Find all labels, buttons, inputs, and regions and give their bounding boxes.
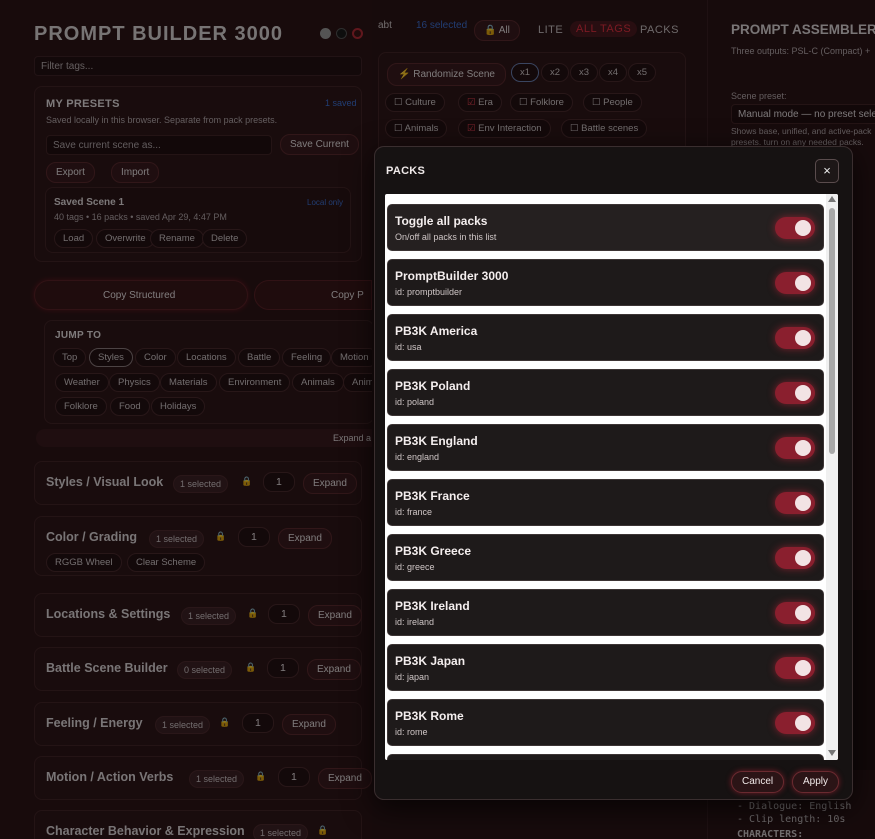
pack-row[interactable]: PB3K Poland id: poland xyxy=(387,369,824,416)
toggle-switch[interactable] xyxy=(775,712,815,734)
toggle-switch[interactable] xyxy=(775,492,815,514)
scroll-down-icon[interactable] xyxy=(828,750,836,756)
toggle-knob xyxy=(795,660,811,676)
toggle-switch[interactable] xyxy=(775,327,815,349)
toggle-switch[interactable] xyxy=(775,217,815,239)
toggle-switch[interactable] xyxy=(775,272,815,294)
toggle-knob xyxy=(795,385,811,401)
modal-title: PACKS xyxy=(386,165,426,177)
packs-modal: PACKS × Toggle all packs On/off all pack… xyxy=(374,146,853,800)
scroll-up-icon[interactable] xyxy=(828,196,836,202)
packs-list[interactable]: Toggle all packs On/off all packs in thi… xyxy=(385,194,838,760)
row-name: Toggle all packs xyxy=(395,214,488,228)
pack-row[interactable]: PB3K England id: england xyxy=(387,424,824,471)
row-id: id: rome xyxy=(395,727,428,737)
toggle-knob xyxy=(795,605,811,621)
toggle-switch[interactable] xyxy=(775,547,815,569)
row-name: PB3K Greece xyxy=(395,544,472,558)
row-id: id: poland xyxy=(395,397,435,407)
pack-row[interactable]: PromptBuilder 3000 id: promptbuilder xyxy=(387,259,824,306)
toggle-switch[interactable] xyxy=(775,437,815,459)
row-sub: On/off all packs in this list xyxy=(395,232,497,242)
toggle-knob xyxy=(795,495,811,511)
row-id: id: england xyxy=(395,452,440,462)
row-name: PB3K Ireland xyxy=(395,599,470,613)
row-name: PB3K England xyxy=(395,434,478,448)
row-name: PB3K America xyxy=(395,324,478,338)
close-icon: × xyxy=(823,163,831,178)
apply-button[interactable]: Apply xyxy=(792,771,840,793)
row-name: PB3K Poland xyxy=(395,379,471,393)
row-id: id: france xyxy=(395,507,433,517)
close-button[interactable]: × xyxy=(815,159,839,183)
toggle-knob xyxy=(795,440,811,456)
row-name: PB3K France xyxy=(395,489,470,503)
toggle-all-row[interactable]: Toggle all packs On/off all packs in thi… xyxy=(387,204,824,251)
row-name: PB3K Rome xyxy=(395,709,464,723)
pack-row[interactable]: PB3K Ireland id: ireland xyxy=(387,589,824,636)
row-id: id: promptbuilder xyxy=(395,287,463,297)
row-id: id: usa xyxy=(395,342,422,352)
row-id: id: greece xyxy=(395,562,435,572)
row-id: id: japan xyxy=(395,672,430,682)
pack-row[interactable]: PB3K France id: france xyxy=(387,479,824,526)
toggle-switch[interactable] xyxy=(775,382,815,404)
pack-row[interactable]: PB3K Rome id: rome xyxy=(387,699,824,746)
pack-row-partial[interactable] xyxy=(387,754,824,760)
toggle-knob xyxy=(795,715,811,731)
row-id: id: ireland xyxy=(395,617,435,627)
pack-row[interactable]: PB3K Japan id: japan xyxy=(387,644,824,691)
cancel-button[interactable]: Cancel xyxy=(731,771,785,793)
row-name: PromptBuilder 3000 xyxy=(395,269,509,283)
scrollbar[interactable] xyxy=(826,194,838,760)
pack-row[interactable]: PB3K Greece id: greece xyxy=(387,534,824,581)
toggle-knob xyxy=(795,275,811,291)
scrollbar-thumb[interactable] xyxy=(829,208,835,454)
toggle-knob xyxy=(795,550,811,566)
pack-row[interactable]: PB3K America id: usa xyxy=(387,314,824,361)
toggle-switch[interactable] xyxy=(775,602,815,624)
toggle-knob xyxy=(795,220,811,236)
row-name: PB3K Japan xyxy=(395,654,466,668)
toggle-switch[interactable] xyxy=(775,657,815,679)
toggle-knob xyxy=(795,330,811,346)
